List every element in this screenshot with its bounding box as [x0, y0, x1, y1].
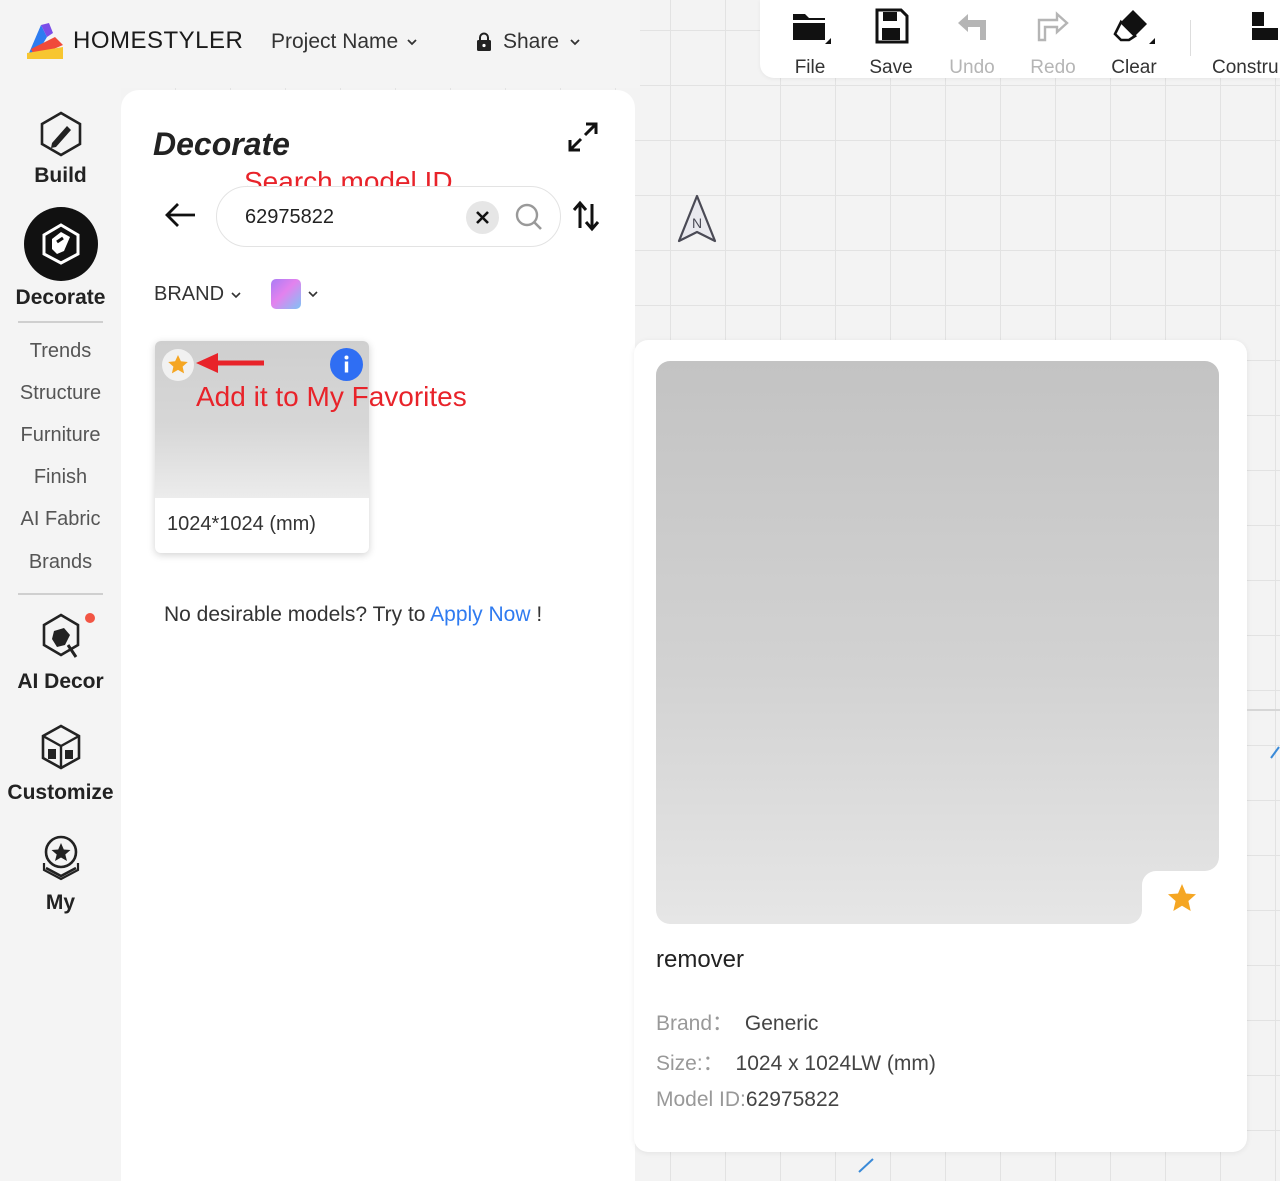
project-name-menu[interactable]: Project Name	[271, 30, 418, 54]
nav-sub-furniture[interactable]: Furniture	[0, 424, 121, 447]
chevron-down-icon	[570, 39, 580, 46]
decorate-icon	[23, 207, 98, 281]
save-label: Save	[869, 57, 913, 78]
lock-icon	[477, 32, 491, 51]
favorite-button[interactable]	[162, 349, 194, 381]
compass-label: N	[692, 215, 702, 231]
save-button[interactable]: Save	[851, 6, 931, 79]
brand-filter-label: BRAND	[154, 283, 225, 305]
size-value: 1024 x 1024LW (mm)	[735, 1052, 936, 1075]
model-detail-card: remover Brand： Generic Size:： 1024 x 102…	[634, 340, 1247, 1152]
apply-suffix: !	[530, 603, 543, 626]
model-name: remover	[656, 946, 745, 973]
close-icon	[476, 211, 489, 224]
my-star-icon	[42, 835, 79, 881]
apply-prompt: No desirable models? Try to Apply Now !	[164, 603, 542, 627]
clear-button[interactable]: Clear	[1094, 6, 1174, 79]
nav-decorate[interactable]: Decorate	[0, 207, 121, 310]
back-arrow-icon[interactable]	[163, 200, 197, 230]
apply-prefix: No desirable models? Try to	[164, 603, 431, 626]
nav-customize-label: Customize	[7, 781, 114, 804]
folder-icon	[793, 14, 831, 44]
undo-icon	[958, 14, 986, 40]
build-pencil-icon	[40, 111, 81, 157]
ai-decor-icon	[42, 613, 79, 658]
color-filter[interactable]	[271, 279, 319, 309]
undo-button[interactable]: Undo	[932, 6, 1012, 79]
nav-ai-decor-label: AI Decor	[17, 670, 104, 693]
nav-sub-ai-fabric[interactable]: AI Fabric	[0, 508, 121, 531]
brand-row: Brand： Generic	[656, 1007, 818, 1037]
size-label: Size:：	[656, 1052, 724, 1075]
undo-label: Undo	[949, 57, 995, 78]
sort-icon[interactable]	[571, 200, 601, 232]
info-icon	[344, 355, 349, 373]
top-toolbar: File Save Undo Redo Clear Constru	[760, 0, 1280, 78]
save-disk-icon	[875, 8, 909, 44]
nav-ai-decor[interactable]: AI Decor	[0, 611, 121, 694]
nav-build-label: Build	[34, 164, 87, 187]
nav-divider	[18, 593, 103, 595]
brand-label: Brand：	[656, 1012, 734, 1035]
apply-now-link[interactable]: Apply Now	[430, 603, 530, 626]
model-id-row: Model ID:62975822	[656, 1088, 839, 1112]
model-preview-image	[656, 361, 1219, 924]
nav-divider	[18, 321, 103, 323]
compass-icon[interactable]: N	[676, 193, 718, 245]
nav-my[interactable]: My	[0, 832, 121, 915]
chevron-down-icon	[231, 291, 241, 298]
search-box	[216, 186, 561, 247]
panel-title: Decorate	[153, 126, 290, 162]
nav-sub-brands[interactable]: Brands	[0, 551, 121, 574]
nav-decorate-label: Decorate	[15, 286, 106, 309]
construct-icon	[1252, 12, 1278, 40]
favorite-star-icon[interactable]	[1165, 881, 1199, 915]
brand-name: HOMESTYLER	[73, 27, 244, 54]
nav-sub-trends[interactable]: Trends	[0, 340, 121, 363]
model-size-caption: 1024*1024 (mm)	[167, 513, 316, 535]
search-input[interactable]	[245, 203, 455, 231]
redo-label: Redo	[1030, 57, 1076, 78]
annotation-add-favorites: Add it to My Favorites	[196, 381, 467, 412]
chevron-down-icon	[308, 291, 318, 298]
notification-dot	[85, 613, 95, 623]
construct-button[interactable]: Constru	[1210, 6, 1280, 79]
nav-my-label: My	[45, 891, 76, 914]
brand-filter[interactable]: BRAND	[154, 283, 242, 306]
clear-search-button[interactable]	[466, 201, 499, 234]
eraser-icon	[1113, 10, 1155, 44]
file-label: File	[794, 57, 826, 78]
nav-build[interactable]: Build	[0, 110, 121, 188]
nav-sub-finish[interactable]: Finish	[0, 466, 121, 489]
nav-sub-structure[interactable]: Structure	[0, 382, 121, 405]
redo-button[interactable]: Redo	[1013, 6, 1093, 79]
canvas-wall-line	[1247, 709, 1280, 711]
star-icon	[168, 355, 188, 374]
toolbar-separator	[1190, 20, 1191, 56]
brand-value: Generic	[744, 1012, 819, 1035]
info-button[interactable]	[330, 348, 363, 381]
customize-cube-icon	[41, 724, 80, 770]
color-swatch	[271, 279, 301, 309]
project-name-label: Project Name	[271, 30, 399, 53]
search-icon[interactable]	[514, 202, 544, 232]
model-id-value: 62975822	[745, 1088, 840, 1111]
canvas-marker	[1270, 746, 1280, 759]
expand-icon[interactable]	[566, 120, 600, 154]
decorate-panel: Decorate Search model ID BRAND	[121, 90, 635, 1181]
clear-label: Clear	[1111, 57, 1157, 78]
construct-label: Constru	[1212, 57, 1279, 78]
share-menu[interactable]: Share	[475, 30, 581, 54]
annotation-arrow-icon	[196, 353, 264, 373]
model-id-label: Model ID:	[656, 1088, 746, 1111]
size-row: Size:： 1024 x 1024LW (mm)	[656, 1047, 936, 1077]
file-button[interactable]: File	[770, 6, 850, 79]
homestyler-logo-icon	[27, 23, 63, 59]
share-label: Share	[503, 30, 560, 53]
chevron-down-icon	[407, 39, 417, 46]
redo-icon	[1037, 11, 1069, 42]
nav-customize[interactable]: Customize	[0, 723, 121, 805]
canvas-marker	[858, 1158, 874, 1173]
